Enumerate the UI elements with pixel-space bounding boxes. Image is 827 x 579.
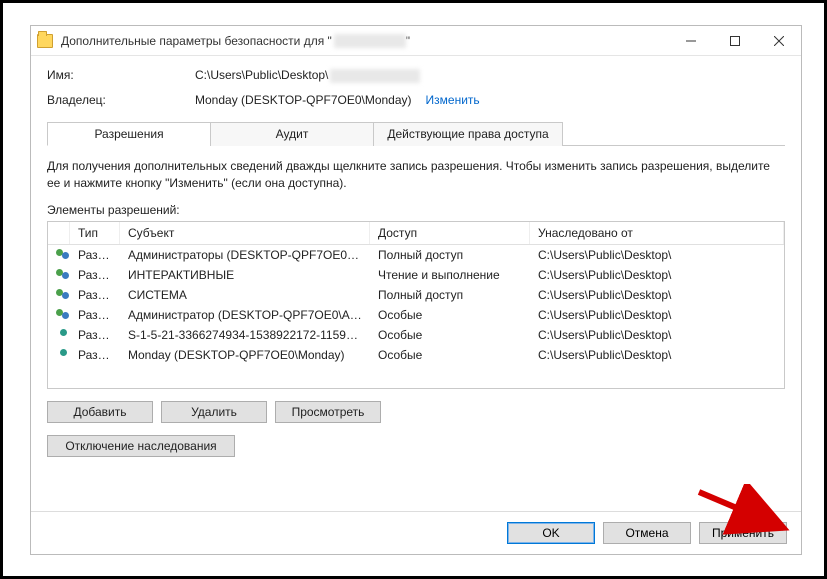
cell-type: Разр...: [70, 266, 120, 284]
col-type[interactable]: Тип: [70, 222, 120, 244]
col-subject[interactable]: Субъект: [120, 222, 370, 244]
tab-permissions[interactable]: Разрешения: [47, 122, 211, 146]
cell-type: Разр...: [70, 246, 120, 264]
cell-inherited: C:\Users\Public\Desktop\: [530, 246, 784, 264]
col-inherited[interactable]: Унаследовано от: [530, 222, 784, 244]
principal-icon: [56, 309, 62, 321]
cell-type: Разр...: [70, 306, 120, 324]
principal-icon: [56, 269, 62, 281]
cell-access: Полный доступ: [370, 286, 530, 304]
disable-inheritance-button[interactable]: Отключение наследования: [47, 435, 235, 457]
maximize-button[interactable]: [713, 26, 757, 56]
cell-subject: СИСТЕМА: [120, 286, 370, 304]
window-title-prefix: Дополнительные параметры безопасности дл…: [61, 34, 332, 48]
remove-button[interactable]: Удалить: [161, 401, 267, 423]
add-button[interactable]: Добавить: [47, 401, 153, 423]
table-row[interactable]: Разр...Monday (DESKTOP-QPF7OE0\Monday)Ос…: [48, 345, 784, 365]
cell-inherited: C:\Users\Public\Desktop\: [530, 306, 784, 324]
window-title-redacted: [334, 34, 406, 48]
cell-subject: S-1-5-21-3366274934-1538922172-11596867.…: [120, 326, 370, 344]
owner-label: Владелец:: [47, 93, 195, 107]
name-value-redacted: [330, 69, 420, 83]
table-row[interactable]: Разр...Администраторы (DESKTOP-QPF7OE0\А…: [48, 245, 784, 265]
tabs: Разрешения Аудит Действующие права досту…: [47, 121, 785, 146]
window-title-suffix: ": [406, 34, 410, 48]
table-row[interactable]: Разр...ИНТЕРАКТИВНЫЕЧтение и выполнениеC…: [48, 265, 784, 285]
minimize-button[interactable]: [669, 26, 713, 56]
security-dialog: Дополнительные параметры безопасности дл…: [30, 25, 802, 555]
cell-inherited: C:\Users\Public\Desktop\: [530, 346, 784, 364]
titlebar: Дополнительные параметры безопасности дл…: [31, 26, 801, 56]
cell-type: Разр...: [70, 286, 120, 304]
cell-access: Особые: [370, 326, 530, 344]
ok-button[interactable]: OK: [507, 522, 595, 544]
apply-button[interactable]: Применить: [699, 522, 787, 544]
permissions-grid: Тип Субъект Доступ Унаследовано от Разр.…: [47, 221, 785, 389]
cell-inherited: C:\Users\Public\Desktop\: [530, 286, 784, 304]
cell-access: Чтение и выполнение: [370, 266, 530, 284]
cell-subject: Администраторы (DESKTOP-QPF7OE0\Ад...: [120, 246, 370, 264]
close-button[interactable]: [757, 26, 801, 56]
cancel-button[interactable]: Отмена: [603, 522, 691, 544]
principal-icon: [56, 289, 62, 301]
dialog-footer: OK Отмена Применить: [31, 511, 801, 554]
permissions-list-label: Элементы разрешений:: [47, 203, 785, 217]
view-button[interactable]: Просмотреть: [275, 401, 381, 423]
cell-access: Особые: [370, 346, 530, 364]
cell-inherited: C:\Users\Public\Desktop\: [530, 266, 784, 284]
cell-subject: Администратор (DESKTOP-QPF7OE0\Адм...: [120, 306, 370, 324]
change-owner-link[interactable]: Изменить: [426, 93, 480, 107]
grid-header: Тип Субъект Доступ Унаследовано от: [48, 222, 784, 245]
cell-type: Разр...: [70, 346, 120, 364]
principal-icon: [56, 329, 62, 341]
table-row[interactable]: Разр...S-1-5-21-3366274934-1538922172-11…: [48, 325, 784, 345]
cell-type: Разр...: [70, 326, 120, 344]
cell-inherited: C:\Users\Public\Desktop\: [530, 326, 784, 344]
principal-icon: [56, 349, 62, 361]
principal-icon: [56, 249, 62, 261]
cell-access: Особые: [370, 306, 530, 324]
cell-access: Полный доступ: [370, 246, 530, 264]
table-row[interactable]: Разр...Администратор (DESKTOP-QPF7OE0\Ад…: [48, 305, 784, 325]
folder-icon: [37, 34, 53, 48]
description-text: Для получения дополнительных сведений дв…: [47, 158, 785, 192]
cell-subject: Monday (DESKTOP-QPF7OE0\Monday): [120, 346, 370, 364]
table-row[interactable]: Разр...СИСТЕМАПолный доступC:\Users\Publ…: [48, 285, 784, 305]
owner-value: Monday (DESKTOP-QPF7OE0\Monday): [195, 93, 412, 107]
col-access[interactable]: Доступ: [370, 222, 530, 244]
cell-subject: ИНТЕРАКТИВНЫЕ: [120, 266, 370, 284]
tab-audit[interactable]: Аудит: [210, 122, 374, 146]
name-value: C:\Users\Public\Desktop\: [195, 68, 420, 83]
tab-effective-access[interactable]: Действующие права доступа: [373, 122, 563, 146]
name-label: Имя:: [47, 68, 195, 83]
